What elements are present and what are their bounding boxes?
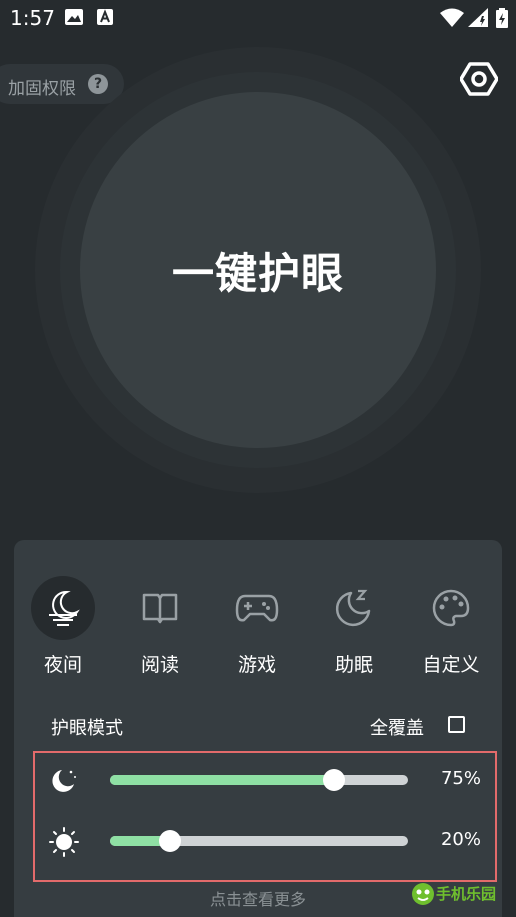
sleep-moon-icon (322, 576, 386, 640)
sun-icon (49, 827, 79, 857)
mode-reading[interactable]: 阅读 (120, 576, 200, 686)
mode-night[interactable]: 夜间 (23, 576, 103, 686)
dim-slider-fill (110, 775, 334, 785)
mode-sleep-label: 助眠 (334, 654, 373, 676)
mode-custom[interactable]: 自定义 (411, 576, 491, 686)
eye-mode-title: 护眼模式 (51, 718, 123, 739)
mode-game[interactable]: 游戏 (217, 576, 297, 686)
mode-game-label: 游戏 (237, 654, 276, 676)
reinforce-permission-button[interactable]: 加固权限 ? (0, 64, 124, 104)
mode-night-label: 夜间 (43, 654, 82, 676)
brightness-slider-value: 20% (440, 829, 481, 850)
watermark-logo: 手机乐园 (408, 878, 508, 910)
gamepad-icon (225, 576, 289, 640)
one-key-eye-protect-button[interactable]: 一键护眼 (80, 92, 436, 448)
palette-icon (419, 576, 483, 640)
settings-icon[interactable] (459, 60, 499, 98)
font-a-icon (96, 8, 114, 30)
watermark-text: 手机乐园 (436, 885, 496, 903)
dim-slider-value: 75% (440, 768, 481, 789)
dim-slider-track[interactable] (110, 769, 408, 791)
help-icon[interactable]: ? (88, 74, 108, 94)
main-button-label: 一键护眼 (171, 248, 344, 298)
signal-icon (468, 8, 490, 32)
mode-custom-label: 自定义 (422, 654, 480, 676)
brightness-slider-thumb[interactable] (158, 830, 181, 852)
dim-slider-row: 75% (35, 760, 495, 800)
battery-charging-icon (496, 8, 508, 32)
status-time: 1:57 (10, 6, 55, 30)
permission-label: 加固权限 (8, 79, 76, 99)
book-icon (128, 576, 192, 640)
status-bar: 1:57 (0, 0, 516, 36)
slider-group: 75% 20% (33, 751, 497, 882)
full-cover-label: 全覆盖 (370, 718, 424, 739)
image-icon (64, 8, 84, 30)
moon-icon (49, 766, 79, 796)
mode-panel: 夜间 阅读 游戏 助眠 自定义 护眼模式 全覆盖 75% 20% 点击查看更多 (14, 540, 502, 917)
brightness-slider-row: 20% (35, 821, 495, 861)
night-moon-icon (31, 576, 95, 640)
wifi-icon (440, 8, 464, 32)
mode-sleep[interactable]: 助眠 (314, 576, 394, 686)
brightness-slider-track[interactable] (110, 830, 408, 852)
full-cover-checkbox[interactable] (448, 716, 465, 733)
dim-slider-thumb[interactable] (322, 769, 345, 791)
mode-reading-label: 阅读 (140, 654, 179, 676)
